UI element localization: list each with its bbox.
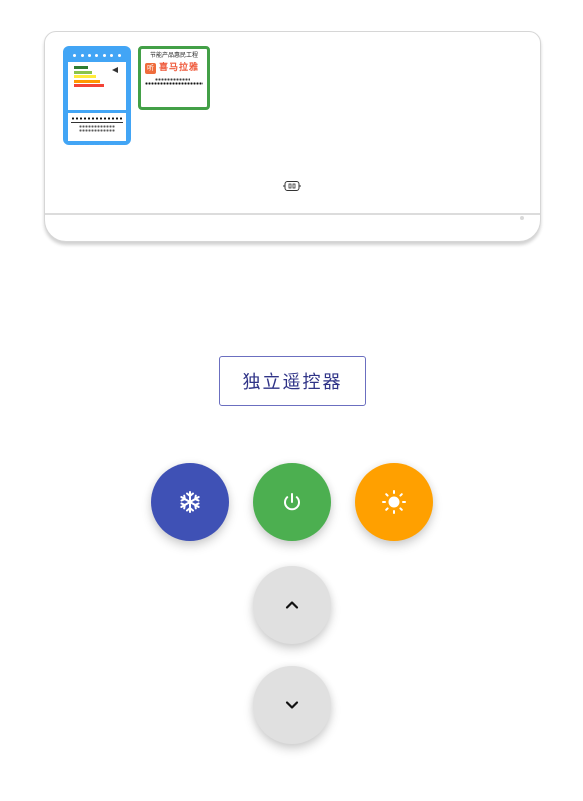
energy-saving-subsidy-label: 节能产品惠民工程 听 喜马拉雅 [138, 46, 210, 110]
snowflake-icon [180, 491, 200, 513]
energy-label-specs [68, 113, 126, 141]
energy-label-header [68, 51, 126, 59]
energy-grade-arrow-icon [112, 67, 118, 73]
energy-efficiency-label [63, 46, 131, 150]
subsidy-label-title: 节能产品惠民工程 [149, 52, 198, 59]
heat-mode-button[interactable] [355, 463, 433, 541]
power-icon [284, 493, 300, 511]
ac-status-light [520, 216, 524, 220]
brand-name: 喜马拉雅 [159, 63, 200, 73]
sun-icon [382, 490, 406, 514]
ac-display-icon [283, 181, 301, 191]
ac-vent-divider [45, 213, 540, 215]
energy-grade-bars [68, 62, 126, 110]
cool-mode-button[interactable] [151, 463, 229, 541]
subsidy-label-code [145, 78, 203, 85]
power-button[interactable] [253, 463, 331, 541]
chevron-down-icon [285, 701, 299, 709]
air-conditioner-unit: 节能产品惠民工程 听 喜马拉雅 [44, 31, 541, 242]
independent-remote-button[interactable]: 独立遥控器 [219, 356, 366, 406]
brand-logo-icon: 听 [145, 62, 156, 74]
temperature-up-button[interactable] [253, 566, 331, 644]
temperature-down-button[interactable] [253, 666, 331, 744]
ac-remote-screen: 节能产品惠民工程 听 喜马拉雅 独立遥控器 [0, 0, 583, 801]
chevron-up-icon [285, 601, 299, 609]
subsidy-label-brand: 听 喜马拉雅 [145, 62, 203, 74]
